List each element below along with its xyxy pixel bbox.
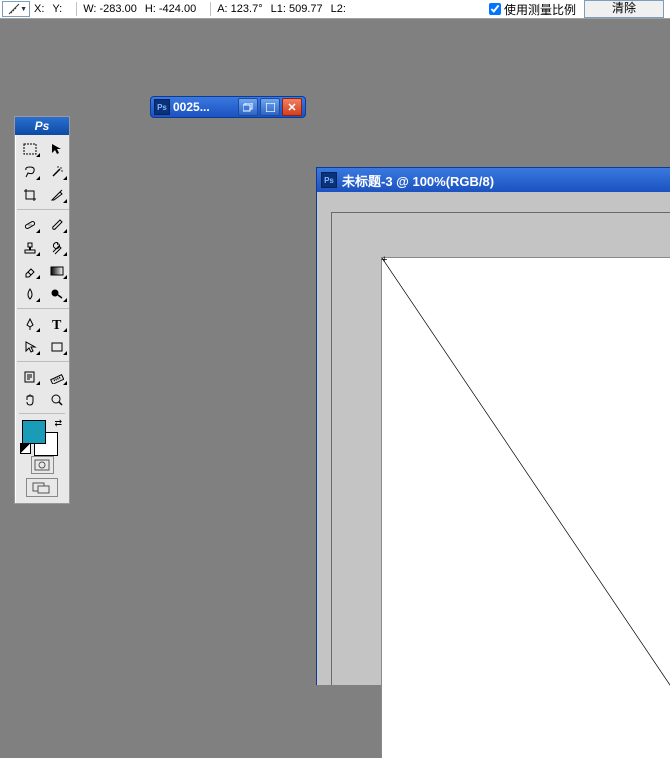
swap-colors-icon[interactable]: ⇄ (54, 418, 62, 429)
zoom-icon (50, 393, 64, 407)
mini-window-title: 0025... (173, 100, 236, 114)
ps-icon: Ps (154, 99, 170, 115)
tool-palette: Ps (14, 116, 70, 504)
ruler-tool-icon (50, 370, 64, 384)
arrow-icon (23, 340, 37, 354)
type-tool[interactable]: T (44, 313, 69, 334)
close-button[interactable]: ✕ (282, 98, 302, 116)
document-area: + (331, 212, 670, 685)
x-label: X: (34, 3, 44, 15)
document-title: 未标题-3 @ 100%(RGB/8) (342, 171, 494, 190)
minimized-window[interactable]: Ps 0025... ✕ (150, 96, 306, 118)
use-scale-checkbox[interactable]: 使用测量比例 (489, 1, 576, 18)
restore-button[interactable] (238, 98, 258, 116)
h-label: H: (145, 3, 156, 15)
pen-tool[interactable] (17, 313, 42, 334)
default-colors-icon[interactable] (20, 443, 31, 454)
use-scale-label: 使用测量比例 (504, 1, 576, 18)
dodge-tool[interactable] (44, 283, 69, 304)
clear-button[interactable]: 清除 (584, 0, 664, 18)
divider (210, 2, 211, 16)
y-label: Y: (52, 3, 62, 15)
move-icon (50, 142, 64, 156)
eraser-tool[interactable] (17, 260, 42, 281)
w-value: -283.00 (100, 3, 137, 15)
brush-icon (50, 218, 64, 232)
wand-icon (50, 165, 64, 179)
screen-icon (31, 481, 53, 494)
measure-line (382, 258, 670, 758)
info-bar: ▼ X: Y: W: -283.00 H: -424.00 A: 123.7° … (0, 0, 670, 19)
l1-value: 509.77 (289, 3, 323, 15)
hand-icon (23, 393, 37, 407)
crop-icon (23, 188, 37, 202)
ps-icon: Ps (321, 172, 337, 188)
document-window: Ps 未标题-3 @ 100%(RGB/8) + (316, 167, 670, 685)
lasso-tool[interactable] (17, 161, 42, 182)
rect-icon (50, 341, 64, 353)
document-titlebar[interactable]: Ps 未标题-3 @ 100%(RGB/8) (317, 168, 670, 192)
notes-tool[interactable] (17, 366, 42, 387)
eyedropper-tool[interactable] (44, 366, 69, 387)
eraser-icon (23, 264, 37, 278)
drop-icon (23, 287, 37, 301)
gradient-icon (50, 265, 64, 277)
slice-icon (50, 188, 64, 202)
stamp-icon (23, 241, 37, 255)
measure-tool-combo[interactable]: ▼ (2, 1, 30, 17)
svg-text:T: T (52, 318, 62, 331)
bandage-icon (23, 218, 37, 232)
palette-titlebar[interactable]: Ps (15, 117, 69, 135)
history-brush-tool[interactable] (44, 237, 69, 258)
slice-tool[interactable] (44, 184, 69, 205)
maximize-icon (266, 103, 275, 112)
marquee-icon (23, 143, 37, 155)
pen-icon (23, 317, 37, 331)
brush-tool[interactable] (44, 214, 69, 235)
stamp-tool[interactable] (17, 237, 42, 258)
gradient-tool[interactable] (44, 260, 69, 281)
divider (76, 2, 77, 16)
l1-label: L1: (271, 3, 286, 15)
h-value: -424.00 (159, 3, 196, 15)
palette-title: Ps (35, 119, 50, 133)
a-label: A: (217, 3, 227, 15)
restore-icon (243, 103, 253, 112)
screen-mode[interactable] (26, 478, 58, 497)
ruler-icon (8, 3, 20, 15)
fg-color[interactable] (22, 420, 46, 444)
shape-tool[interactable] (44, 336, 69, 357)
zoom-tool[interactable] (44, 389, 69, 410)
canvas[interactable]: + (382, 258, 670, 758)
l2-label: L2: (331, 3, 346, 15)
mask-off-icon (34, 459, 50, 471)
note-icon (23, 370, 37, 384)
blur-tool[interactable] (17, 283, 42, 304)
crop-tool[interactable] (17, 184, 42, 205)
marquee-tool[interactable] (17, 138, 42, 159)
maximize-button[interactable] (260, 98, 280, 116)
a-value: 123.7° (231, 3, 263, 15)
use-scale-input[interactable] (489, 3, 501, 15)
color-swatches[interactable]: ⇄ (20, 418, 64, 454)
type-icon: T (50, 317, 64, 331)
close-icon: ✕ (287, 101, 296, 114)
move-tool[interactable] (44, 138, 69, 159)
dodge-icon (50, 287, 64, 301)
quickmask-off[interactable] (31, 456, 54, 474)
w-label: W: (83, 3, 96, 15)
heal-tool[interactable] (17, 214, 42, 235)
lasso-icon (23, 165, 37, 179)
chevron-down-icon: ▼ (20, 6, 27, 13)
hand-tool[interactable] (17, 389, 42, 410)
wand-tool[interactable] (44, 161, 69, 182)
path-select-tool[interactable] (17, 336, 42, 357)
history-brush-icon (50, 241, 64, 255)
